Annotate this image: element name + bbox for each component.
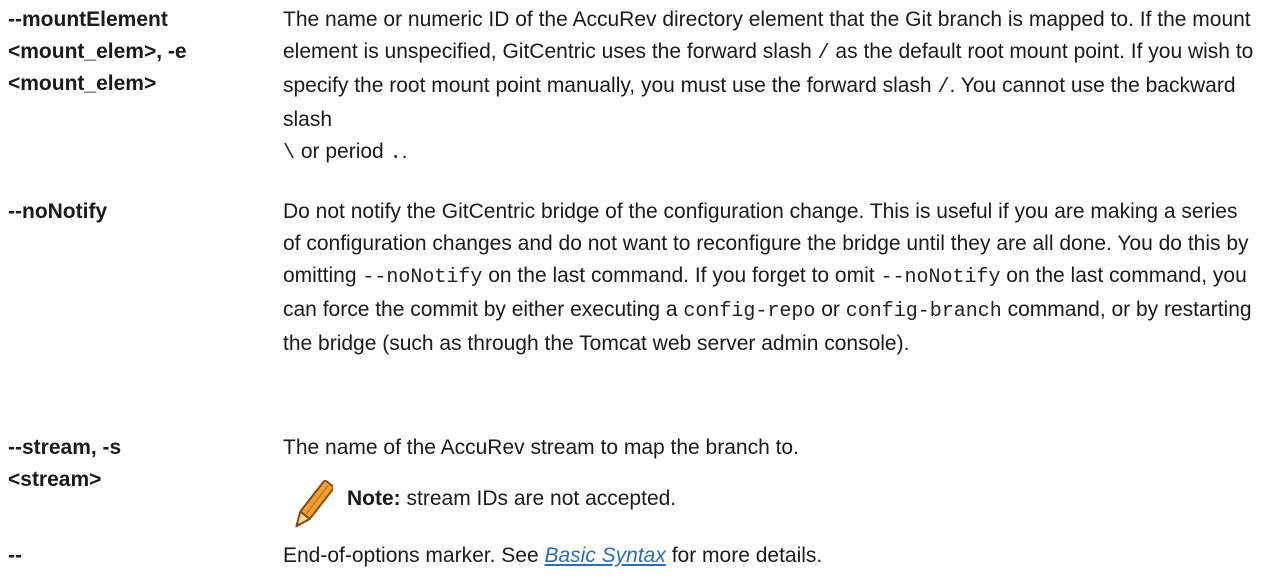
inline-code: --noNotify — [362, 266, 483, 289]
description-text: . — [401, 140, 408, 163]
note-callout: Note: stream IDs are not accepted. — [283, 476, 1258, 534]
pencil-icon — [293, 476, 335, 534]
inline-code: \ — [283, 142, 296, 165]
inline-code: / — [817, 42, 830, 65]
inline-code: . — [389, 142, 402, 165]
option-term: --mountElement <mount_elem>, -e <mount_e… — [8, 4, 268, 100]
inline-code: config-branch — [845, 300, 1002, 323]
option-description: Do not notify the GitCentric bridge of t… — [283, 196, 1258, 360]
inline-code: config-repo — [683, 300, 816, 323]
basic-syntax-link[interactable]: Basic Syntax — [544, 544, 665, 567]
option-term: -- — [8, 544, 22, 567]
option-term-line: --stream, -s — [8, 436, 122, 459]
description-text: The name of the AccuRev stream to map th… — [283, 436, 799, 459]
option-term: --noNotify — [8, 200, 108, 223]
note-text: Note: stream IDs are not accepted. — [347, 483, 676, 515]
inline-code: --noNotify — [880, 266, 1001, 289]
options-table: --mountElement <mount_elem>, -e <mount_e… — [0, 0, 1268, 586]
note-label: Note: — [347, 487, 401, 510]
option-term-line: --mountElement — [8, 8, 168, 31]
description-text: or — [815, 298, 846, 321]
description-text: or period — [295, 140, 390, 163]
inline-code: / — [937, 76, 950, 99]
option-term-line: <stream> — [8, 468, 102, 491]
option-term-line: <mount_elem> — [8, 72, 157, 95]
option-description: End-of-options marker. See Basic Syntax … — [283, 540, 1258, 572]
note-body: stream IDs are not accepted. — [400, 487, 677, 510]
description-text: for more details. — [665, 544, 823, 567]
option-description: The name of the AccuRev stream to map th… — [283, 432, 1258, 534]
option-term-line: <mount_elem>, -e — [8, 40, 187, 63]
description-text: End-of-options marker. See — [283, 544, 545, 567]
option-term: --stream, -s <stream> — [8, 432, 268, 496]
description-text: on the last command. If you forget to om… — [482, 264, 881, 287]
option-description: The name or numeric ID of the AccuRev di… — [283, 4, 1258, 170]
